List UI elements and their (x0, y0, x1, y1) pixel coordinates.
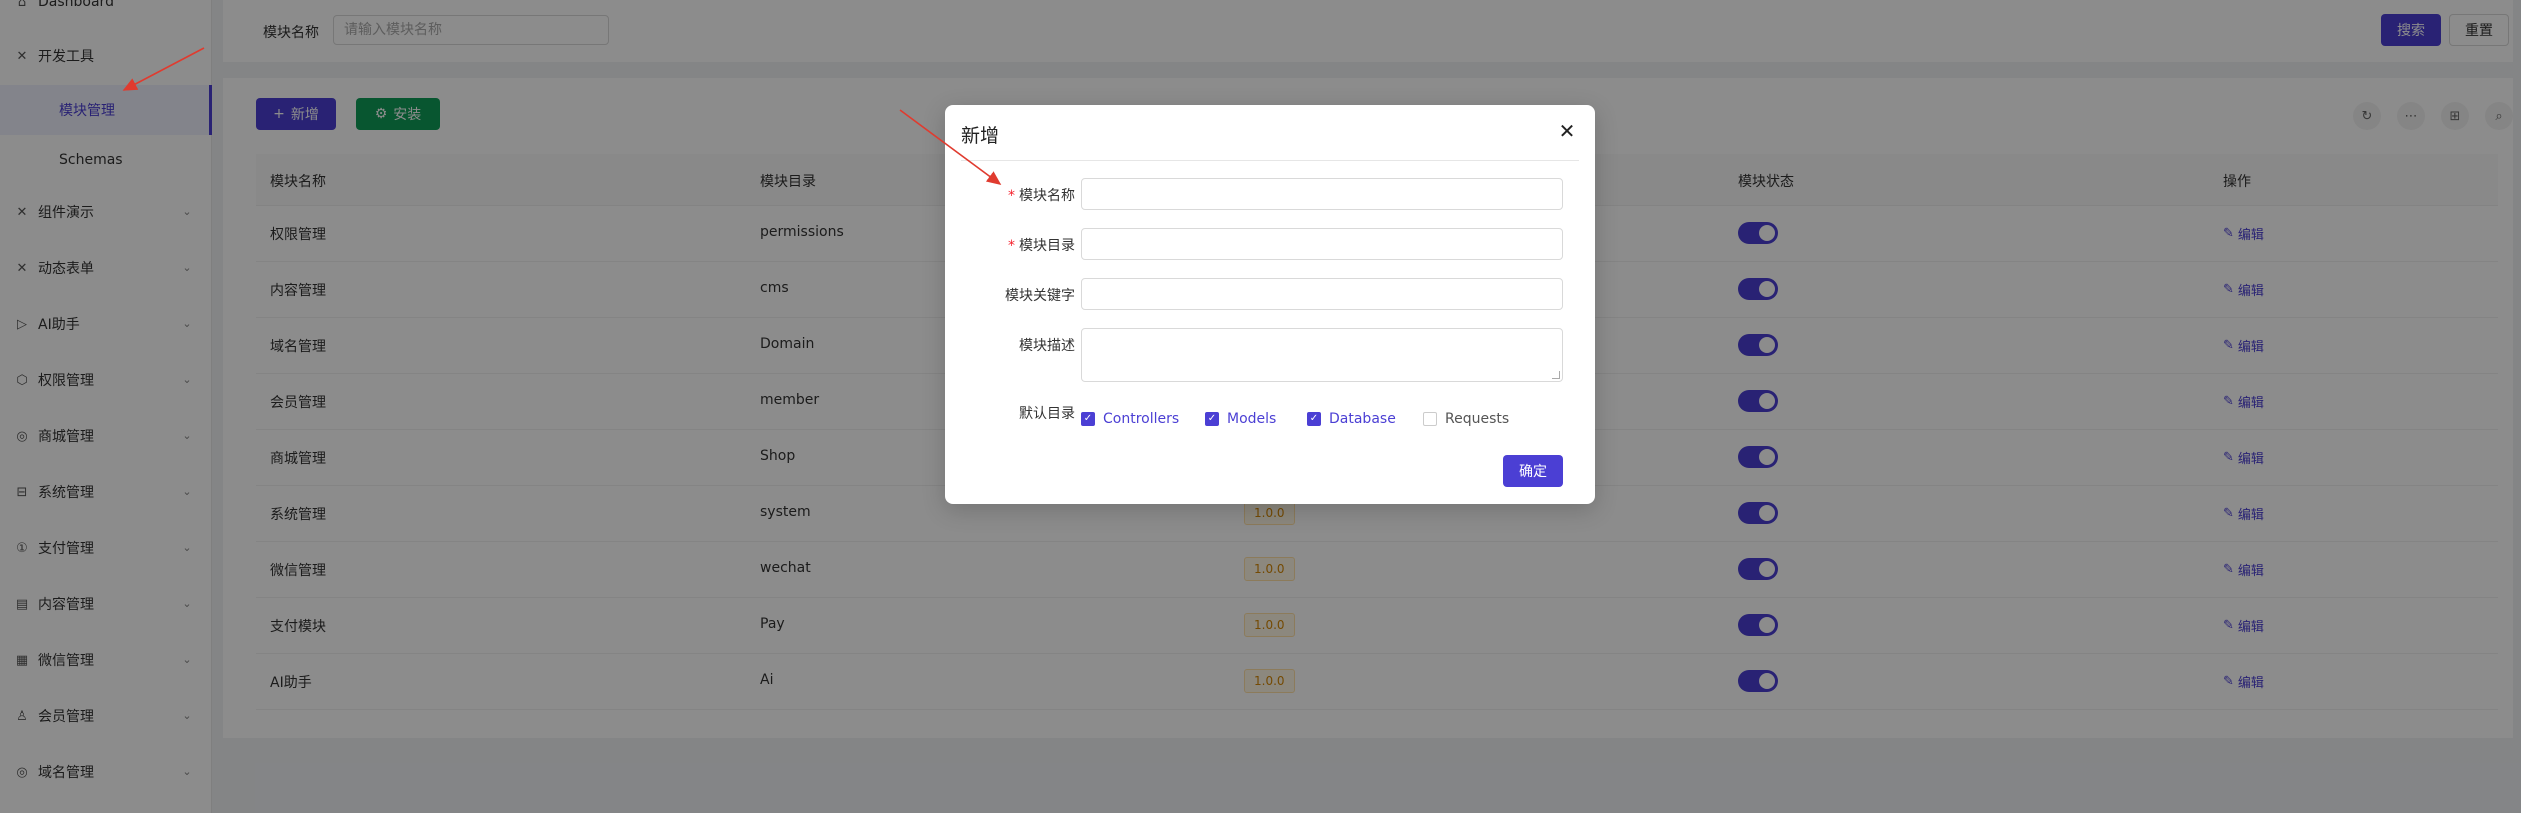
checkbox-checked-icon: ✓ (1307, 412, 1321, 426)
required-mark: * (1008, 238, 1015, 254)
confirm-button[interactable]: 确定 (1503, 455, 1563, 487)
default-dirs-label: 默认目录 (1019, 406, 1075, 422)
close-icon[interactable]: ✕ (1555, 119, 1579, 143)
module-dir-input[interactable] (1081, 228, 1563, 260)
required-mark: * (1008, 188, 1015, 204)
dialog-title: 新增 (961, 125, 1000, 147)
checkbox-label: Requests (1445, 411, 1510, 427)
resize-handle-icon[interactable] (1552, 371, 1560, 379)
checkbox-checked-icon: ✓ (1081, 412, 1095, 426)
module-desc-textarea[interactable] (1081, 328, 1563, 382)
module-name-input[interactable] (1081, 178, 1563, 210)
module-keyword-label: 模块关键字 (1005, 288, 1075, 304)
checkbox-checked-icon: ✓ (1205, 412, 1219, 426)
module-keyword-input[interactable] (1081, 278, 1563, 310)
default-dir-checkbox[interactable]: Requests (1423, 411, 1509, 427)
default-dir-checkbox[interactable]: ✓ Database (1307, 411, 1396, 427)
default-dir-checkbox[interactable]: ✓ Models (1205, 411, 1276, 427)
divider (961, 160, 1579, 161)
checkbox-label: Models (1227, 411, 1277, 427)
module-dir-label: * 模块目录 (1008, 238, 1075, 254)
module-name-label: * 模块名称 (1008, 188, 1075, 204)
checkbox-empty-icon (1423, 412, 1437, 426)
checkbox-label: Database (1329, 411, 1396, 427)
add-module-dialog: 新增 ✕ * 模块名称 * 模块目录 模块关键字 模块描述 默认目录 ✓ Contro… (945, 105, 1595, 504)
module-desc-label: 模块描述 (1019, 338, 1075, 354)
checkbox-label: Controllers (1103, 411, 1180, 427)
default-dir-checkbox[interactable]: ✓ Controllers (1081, 411, 1179, 427)
